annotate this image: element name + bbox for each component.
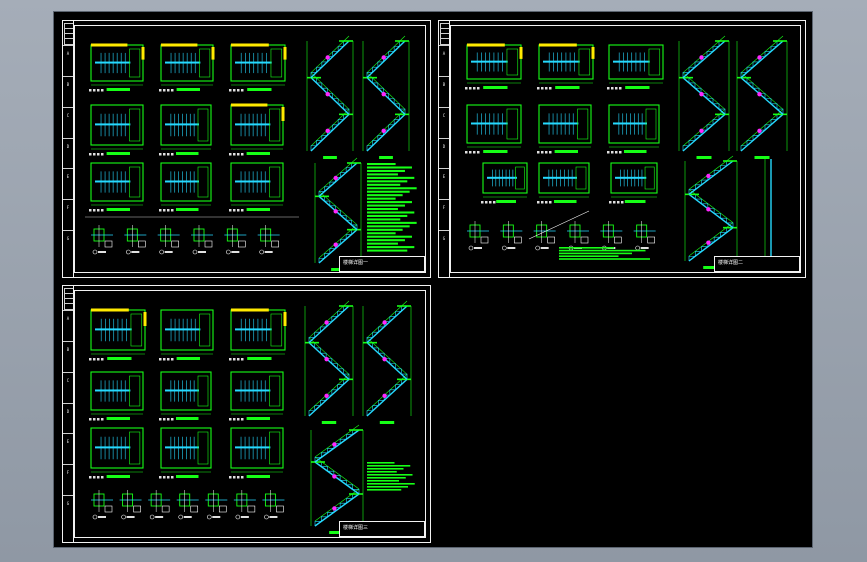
stair-plan <box>229 371 284 421</box>
notes-text-block <box>367 163 417 252</box>
stair-plan <box>159 371 212 421</box>
detail-row <box>91 225 280 255</box>
stair-plan <box>159 427 212 479</box>
stair-plan <box>537 104 592 154</box>
stair-plan <box>465 43 523 90</box>
stair-plan <box>229 103 285 156</box>
stair-section <box>678 35 730 159</box>
stair-plan <box>607 104 660 154</box>
stair-section <box>362 35 410 159</box>
drawing-sheet-bottom-left[interactable]: ABCDEFG 楼梯详图三 <box>62 285 431 543</box>
stair-plan <box>89 162 144 212</box>
stair-section <box>362 300 412 424</box>
cad-model-viewport[interactable]: ABCDEFG 楼梯详图一 ABCDEFG 楼梯详图二 ABCDEFG 楼梯详图… <box>53 11 813 548</box>
stair-plan <box>465 104 522 154</box>
stair-plan <box>537 162 590 204</box>
sheet-graphics <box>89 300 415 534</box>
stair-plan <box>229 427 284 479</box>
stair-plan <box>159 104 212 156</box>
stair-section <box>314 157 362 271</box>
stair-plan <box>159 43 215 92</box>
stair-plan <box>481 162 528 204</box>
stair-section <box>736 35 788 159</box>
stair-plan <box>229 308 287 361</box>
title-block: 楼梯详图三 <box>339 521 425 537</box>
stair-plan <box>89 308 147 361</box>
stair-section <box>310 424 364 534</box>
detail-row <box>91 490 285 520</box>
title-block: 楼梯详图二 <box>714 256 800 272</box>
notes-text-block <box>367 462 415 491</box>
stair-plan <box>89 427 144 479</box>
stair-plan <box>159 309 214 361</box>
stair-section <box>306 35 354 159</box>
stair-plan <box>89 43 145 92</box>
stair-plan <box>537 43 595 90</box>
stair-plan <box>89 104 144 156</box>
drawing-sheet-top-left[interactable]: ABCDEFG 楼梯详图一 <box>62 20 431 278</box>
stair-section <box>304 300 354 424</box>
stair-plan <box>159 162 212 212</box>
drawing-sheet-top-right[interactable]: ABCDEFG 楼梯详图二 <box>438 20 806 278</box>
sheet-graphics <box>85 35 417 271</box>
stair-plan <box>607 44 664 90</box>
stair-plan <box>229 162 284 212</box>
stair-plan <box>609 162 658 204</box>
stair-plan <box>229 43 287 92</box>
title-block: 楼梯详图一 <box>339 256 425 272</box>
stair-plan <box>89 371 144 421</box>
detail-row <box>467 221 656 251</box>
sheet-graphics <box>465 35 788 269</box>
stair-section <box>684 155 738 269</box>
